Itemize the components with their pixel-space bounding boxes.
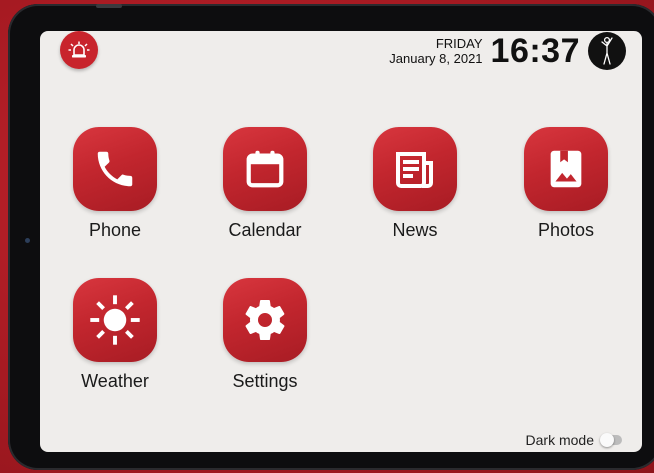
app-label-weather: Weather — [81, 371, 149, 391]
day-label: FRIDAY — [435, 35, 483, 51]
photo-album-icon — [550, 150, 582, 188]
gear-icon — [245, 300, 285, 341]
stick-figure-icon — [601, 36, 613, 65]
app-settings[interactable]: Settings — [205, 278, 325, 392]
toggle-knob — [600, 433, 614, 447]
app-label-phone: Phone — [88, 220, 142, 240]
top-button — [96, 4, 122, 8]
newspaper-icon — [396, 152, 433, 188]
calendar-icon — [246, 150, 284, 188]
app-label-photos: Photos — [537, 220, 595, 240]
tablet-device: FRIDAY January 8, 2021 16:37 Phone Calen… — [8, 4, 654, 470]
phone-icon — [97, 151, 133, 187]
clock: 16:37 — [490, 31, 580, 70]
settings-tile[interactable] — [223, 278, 307, 362]
date-label: January 8, 2021 — [389, 50, 483, 66]
emergency-alarm-button[interactable] — [60, 31, 98, 69]
dark-mode-toggle[interactable] — [600, 433, 622, 447]
app-weather[interactable]: Weather — [55, 278, 175, 392]
app-label-calendar: Calendar — [228, 220, 302, 240]
app-photos[interactable]: Photos — [506, 127, 626, 241]
app-label-settings: Settings — [232, 371, 298, 391]
dark-mode-control: Dark mode — [526, 432, 622, 448]
app-calendar[interactable]: Calendar — [205, 127, 325, 241]
phone-tile[interactable] — [73, 127, 157, 211]
news-tile[interactable] — [373, 127, 457, 211]
siren-icon — [68, 41, 90, 58]
weather-tile[interactable] — [73, 278, 157, 362]
date-time-header: FRIDAY January 8, 2021 16:37 — [389, 31, 626, 71]
photos-tile[interactable] — [524, 127, 608, 211]
app-label-news: News — [392, 220, 438, 240]
app-phone[interactable]: Phone — [55, 127, 175, 241]
calendar-tile[interactable] — [223, 127, 307, 211]
app-news[interactable]: News — [355, 127, 475, 241]
dark-mode-label: Dark mode — [525, 432, 594, 448]
front-camera — [25, 238, 30, 243]
home-screen: FRIDAY January 8, 2021 16:37 Phone Calen… — [40, 31, 642, 452]
user-avatar[interactable] — [588, 32, 626, 70]
sun-icon — [90, 295, 140, 345]
